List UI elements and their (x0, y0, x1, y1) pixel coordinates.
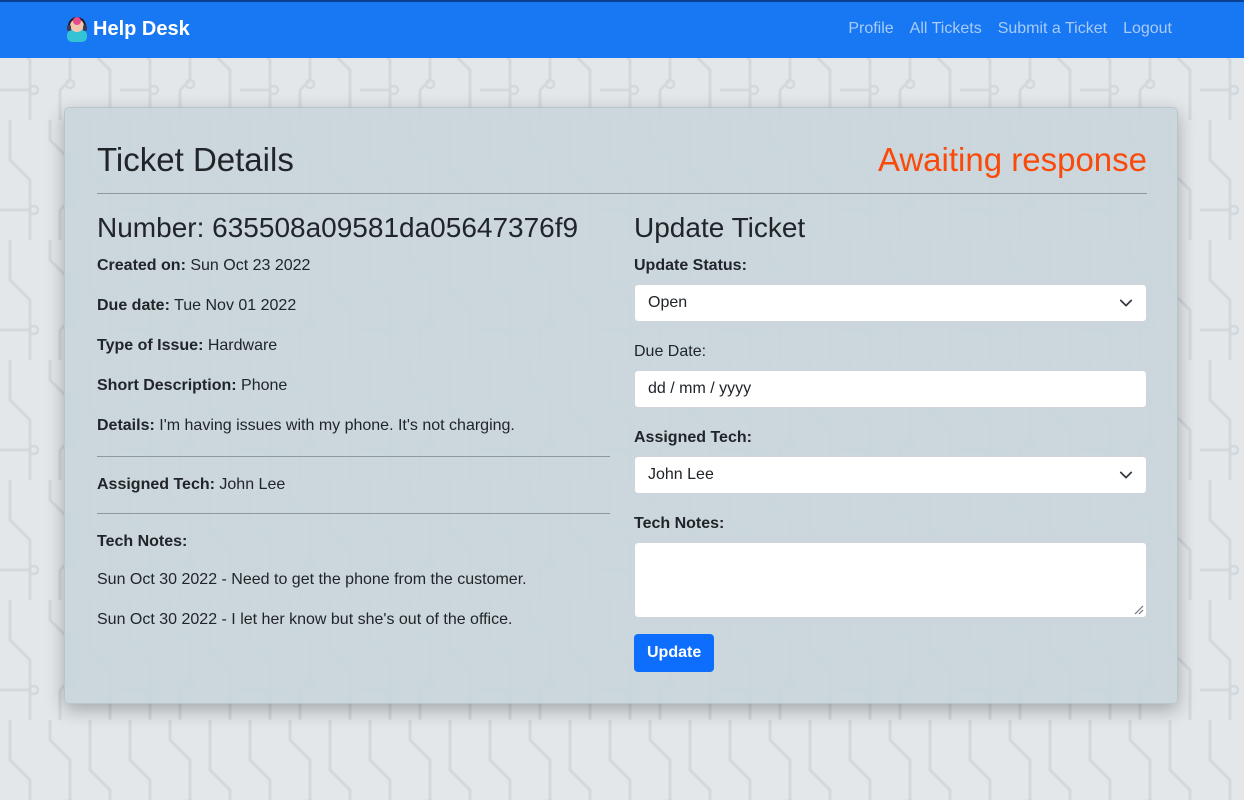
created-on-value: Sun Oct 23 2022 (190, 257, 311, 274)
divider (97, 456, 610, 457)
due-date: Due date: Tue Nov 01 2022 (97, 296, 610, 316)
due-date-value: Tue Nov 01 2022 (174, 297, 297, 314)
brand-link[interactable]: Help Desk (64, 16, 190, 42)
tech-notes-input-label: Tech Notes: (634, 515, 725, 532)
assigned-tech-select-value: John Lee (648, 466, 714, 483)
ticket-number-value: 635508a09581da05647376f9 (212, 212, 579, 243)
nav-links: Profile All Tickets Submit a Ticket Logo… (832, 20, 1172, 38)
created-on: Created on: Sun Oct 23 2022 (97, 256, 610, 276)
tech-notes-heading: Tech Notes: (97, 532, 610, 552)
brand-name: Help Desk (93, 17, 190, 40)
assigned-tech-select[interactable]: John Lee (634, 456, 1147, 494)
assigned-tech-value: John Lee (219, 476, 286, 493)
due-date-placeholder: dd / mm / yyyy (648, 380, 752, 397)
divider (97, 193, 1147, 194)
update-status-select[interactable]: Open (634, 284, 1147, 322)
short-description-label: Short Description: (97, 377, 237, 394)
help-desk-person-icon (67, 17, 87, 42)
update-ticket-form: Update Ticket Update Status: Open Due Da… (634, 210, 1147, 672)
assigned-tech-select-label: Assigned Tech: (634, 429, 752, 446)
nav-link-submit-ticket[interactable]: Submit a Ticket (998, 20, 1107, 38)
tech-note: Sun Oct 30 2022 - Need to get the phone … (97, 571, 527, 588)
resize-handle-icon[interactable] (1133, 604, 1144, 615)
short-description: Short Description: Phone (97, 376, 610, 396)
update-button[interactable]: Update (634, 634, 715, 672)
tech-notes-textarea[interactable] (634, 542, 1147, 618)
due-date-input[interactable]: dd / mm / yyyy (634, 370, 1147, 408)
ticket-status: Awaiting response (877, 141, 1147, 178)
tech-note: Sun Oct 30 2022 - I let her know but she… (97, 611, 513, 628)
issue-type-label: Type of Issue: (97, 337, 204, 354)
nav-link-all-tickets[interactable]: All Tickets (910, 20, 982, 38)
chevron-down-icon (1119, 471, 1133, 479)
ticket-number-label: Number: (97, 212, 205, 243)
nav-link-profile[interactable]: Profile (848, 20, 893, 38)
chevron-down-icon (1119, 299, 1133, 307)
created-on-label: Created on: (97, 257, 186, 274)
issue-type: Type of Issue: Hardware (97, 336, 610, 356)
short-description-value: Phone (241, 377, 288, 394)
details: Details: I'm having issues with my phone… (97, 416, 610, 436)
nav-link-logout[interactable]: Logout (1123, 20, 1172, 38)
details-label: Details: (97, 417, 155, 434)
issue-type-value: Hardware (207, 337, 278, 354)
page-title: Ticket Details (97, 141, 294, 178)
ticket-info: Number: 635508a09581da05647376f9 Created… (97, 210, 610, 650)
form-title: Update Ticket (634, 212, 806, 243)
divider (97, 513, 610, 514)
ticket-card: Ticket Details Awaiting response Number:… (64, 107, 1178, 704)
update-status-label: Update Status: (634, 257, 747, 274)
assigned-tech-label: Assigned Tech: (97, 476, 215, 493)
ticket-number: Number: 635508a09581da05647376f9 (97, 210, 610, 246)
update-status-value: Open (648, 294, 688, 311)
top-navbar: Help Desk Profile All Tickets Submit a T… (0, 0, 1244, 58)
assigned-tech: Assigned Tech: John Lee (97, 475, 610, 495)
tech-notes-label: Tech Notes: (97, 533, 188, 550)
due-date-label: Due date: (97, 297, 170, 314)
details-value: I'm having issues with my phone. It's no… (159, 417, 515, 434)
due-date-input-label: Due Date: (634, 343, 707, 360)
